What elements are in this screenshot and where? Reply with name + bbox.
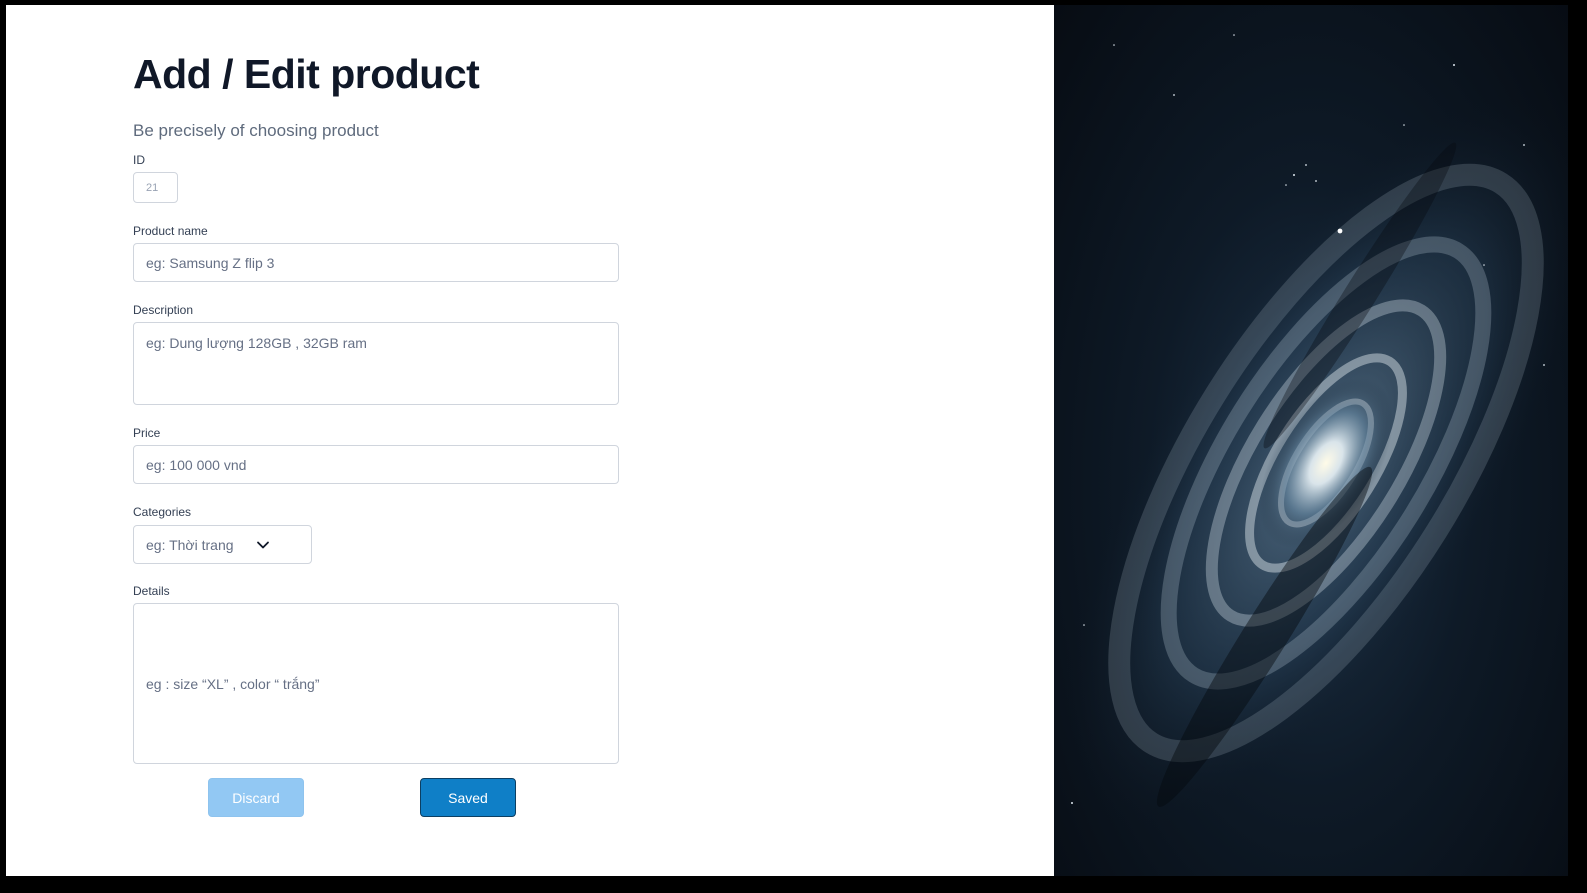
id-label: ID (133, 153, 145, 167)
save-button[interactable]: Saved (420, 778, 516, 817)
categories-select[interactable]: eg: Thời trang (133, 525, 312, 564)
details-placeholder: eg : size “XL” , color “ trắng” (146, 675, 320, 692)
details-textarea[interactable]: eg : size “XL” , color “ trắng” (133, 603, 619, 764)
page-subtitle: Be precisely of choosing product (133, 121, 379, 140)
product-form-panel: Add / Edit product Be precisely of choos… (6, 5, 1054, 876)
product-name-label: Product name (133, 224, 208, 238)
discard-button[interactable]: Discard (208, 778, 304, 817)
chevron-down-icon (256, 538, 270, 555)
product-name-input[interactable] (133, 243, 619, 282)
categories-selected-value: eg: Thời trang (146, 536, 234, 553)
price-label: Price (133, 426, 161, 440)
page-title: Add / Edit product (133, 51, 480, 97)
galaxy-illustration (1060, 34, 1568, 831)
details-label: Details (133, 584, 170, 598)
id-field[interactable] (133, 172, 178, 203)
description-textarea[interactable] (133, 322, 619, 405)
description-label: Description (133, 303, 194, 317)
categories-label: Categories (133, 505, 192, 519)
price-input[interactable] (133, 445, 619, 484)
galaxy-image (1054, 5, 1568, 876)
